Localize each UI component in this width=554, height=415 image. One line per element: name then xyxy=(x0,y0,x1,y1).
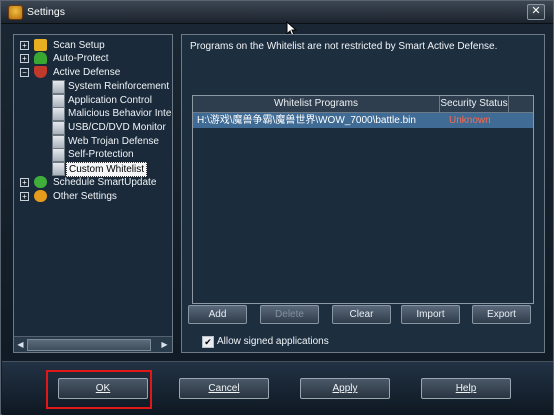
clear-button[interactable]: Clear xyxy=(332,305,391,324)
security-status: Unknown xyxy=(449,115,491,126)
custom-whitelist-panel: Programs on the Whitelist are not restri… xyxy=(181,34,545,353)
umbrella-icon xyxy=(34,52,47,64)
tree-item-label: Schedule SmartUpdate xyxy=(53,177,157,188)
help-button[interactable]: Help xyxy=(421,378,511,399)
page-icon xyxy=(52,162,65,176)
table-row[interactable]: H:\游戏\魔兽争霸\魔兽世界\WOW_7000\battle.bin Unkn… xyxy=(193,113,533,128)
scrollbar-thumb[interactable] xyxy=(27,339,151,351)
gear-icon xyxy=(34,190,47,202)
update-icon xyxy=(34,176,47,188)
expand-icon[interactable]: + xyxy=(20,178,29,187)
panel-description: Programs on the Whitelist are not restri… xyxy=(190,41,498,52)
import-button[interactable]: Import xyxy=(401,305,460,324)
tree-item-label: Application Control xyxy=(68,95,152,106)
tree-item-label: USB/CD/DVD Monitor xyxy=(68,122,166,133)
tree-item-label: Self-Protection xyxy=(68,149,134,160)
page-icon xyxy=(52,148,65,162)
allow-signed-label: Allow signed applications xyxy=(217,336,329,347)
cancel-button[interactable]: Cancel xyxy=(179,378,269,399)
collapse-icon[interactable]: − xyxy=(20,68,29,77)
tree-item-label: Active Defense xyxy=(53,67,121,78)
tree-item-label: Auto-Protect xyxy=(53,53,109,64)
apply-button[interactable]: Apply xyxy=(300,378,390,399)
program-path: H:\游戏\魔兽争霸\魔兽世界\WOW_7000\battle.bin xyxy=(197,115,416,126)
expand-icon[interactable]: + xyxy=(20,192,29,201)
allow-signed-checkbox[interactable]: ✔ xyxy=(202,336,214,348)
page-icon xyxy=(52,107,65,121)
app-shield-icon xyxy=(8,5,23,20)
tree-item-label: Other Settings xyxy=(53,191,117,202)
tree-horizontal-scrollbar[interactable]: ◀ ▶ xyxy=(14,336,172,352)
delete-button[interactable]: Delete xyxy=(260,305,319,324)
export-button[interactable]: Export xyxy=(472,305,531,324)
whitelist-table[interactable]: Whitelist Programs Security Status H:\游戏… xyxy=(192,95,534,304)
column-header-status[interactable]: Security Status xyxy=(440,96,509,112)
window-title: Settings xyxy=(27,6,65,18)
page-icon xyxy=(52,80,65,94)
tree-item-label: Web Trojan Defense xyxy=(68,136,159,147)
page-icon xyxy=(52,121,65,135)
scan-icon xyxy=(34,39,47,51)
ok-button[interactable]: OK xyxy=(58,378,148,399)
tree-item-label-selected: Custom Whitelist xyxy=(66,162,148,177)
shield-icon xyxy=(34,66,47,78)
add-button[interactable]: Add xyxy=(188,305,247,324)
tree-item-label: Malicious Behavior Interc xyxy=(68,108,173,119)
settings-window: Settings ✕ + Scan Setup + Auto-Protect −… xyxy=(0,0,554,415)
scroll-left-icon[interactable]: ◀ xyxy=(15,339,26,350)
close-button[interactable]: ✕ xyxy=(527,4,545,20)
expand-icon[interactable]: + xyxy=(20,41,29,50)
dialog-footer: OK Cancel Apply Help xyxy=(2,361,553,415)
scroll-right-icon[interactable]: ▶ xyxy=(159,339,170,350)
title-bar[interactable]: Settings ✕ xyxy=(1,1,553,24)
settings-tree[interactable]: + Scan Setup + Auto-Protect − Active Def… xyxy=(13,34,173,353)
page-icon xyxy=(52,94,65,108)
table-header: Whitelist Programs Security Status xyxy=(193,96,533,113)
page-icon xyxy=(52,135,65,149)
tree-item-label: Scan Setup xyxy=(53,40,105,51)
tree-item-label: System Reinforcement xyxy=(68,81,170,92)
expand-icon[interactable]: + xyxy=(20,54,29,63)
column-header-programs[interactable]: Whitelist Programs xyxy=(193,96,440,112)
